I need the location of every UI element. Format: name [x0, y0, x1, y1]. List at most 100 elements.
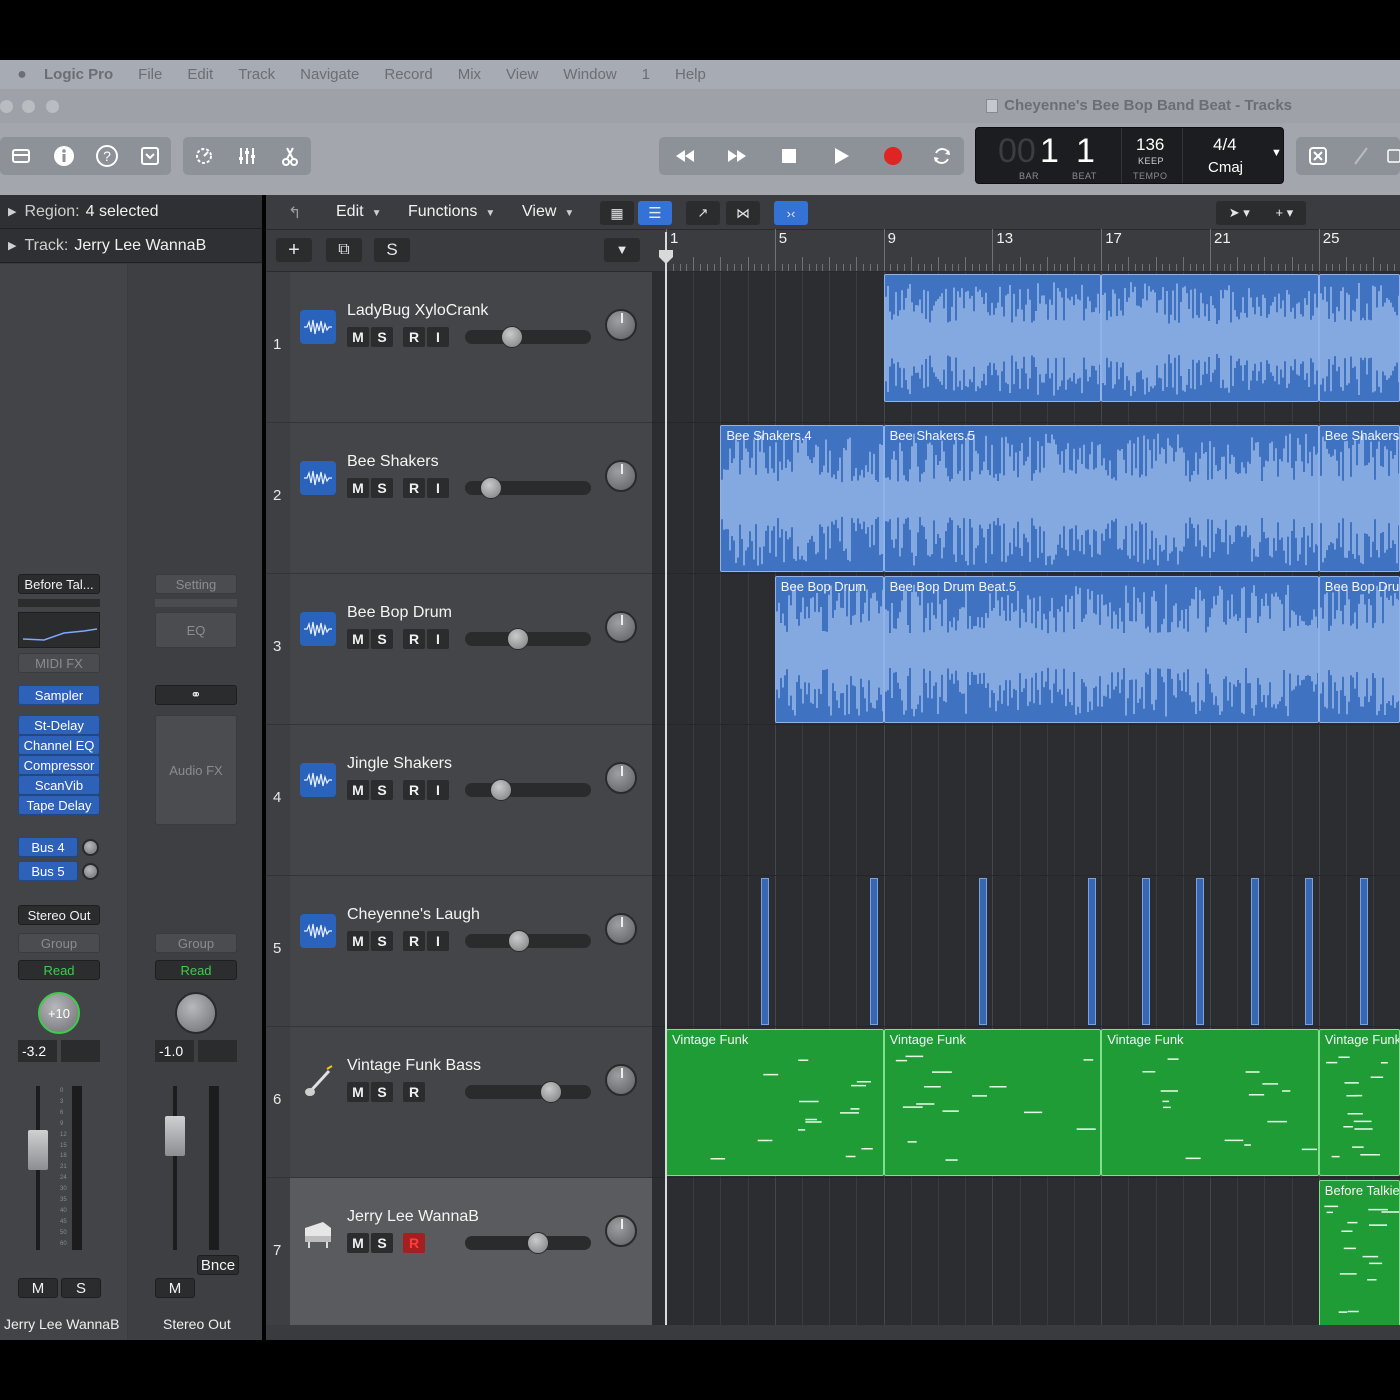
mute-button[interactable]: M: [347, 478, 369, 498]
record-enable-button[interactable]: R: [403, 1233, 425, 1253]
mute-button[interactable]: M: [155, 1278, 195, 1298]
mute-button[interactable]: M: [347, 931, 369, 951]
quick-help-button[interactable]: ?: [86, 137, 129, 175]
pointer-tool-icon[interactable]: ➤ ▾: [1229, 205, 1250, 221]
grid-view-button[interactable]: ▦: [600, 201, 634, 225]
volume-slider-thumb[interactable]: [480, 477, 502, 499]
menu-1[interactable]: 1: [642, 66, 650, 83]
menu-edit[interactable]: Edit: [187, 66, 213, 83]
add-track-button[interactable]: +: [276, 238, 312, 262]
pan-knob[interactable]: [605, 1215, 637, 1247]
volume-slider-thumb[interactable]: [527, 1232, 549, 1254]
record-button[interactable]: [867, 137, 919, 175]
track-name[interactable]: LadyBug XyloCrank: [347, 302, 488, 320]
tuner-button[interactable]: [1339, 137, 1382, 175]
audio-region-small[interactable]: [1196, 878, 1205, 1025]
track-name[interactable]: Jerry Lee WannaB: [347, 1208, 479, 1226]
audio-fx-slot-1[interactable]: St-Delay: [18, 715, 100, 735]
automation-button[interactable]: ↗: [686, 201, 720, 225]
replace-button[interactable]: [1296, 137, 1339, 175]
setting-button[interactable]: Before Tal...: [18, 574, 100, 594]
apple-icon[interactable]: ●: [0, 66, 44, 84]
group-slot[interactable]: Group: [155, 933, 237, 953]
audio-region[interactable]: Bee Bop Drum Beat.5: [883, 576, 1319, 723]
mixer-button[interactable]: [226, 137, 269, 175]
volume-slider-thumb[interactable]: [501, 326, 523, 348]
pan-knob[interactable]: [605, 762, 637, 794]
solo-button[interactable]: S: [371, 327, 393, 347]
send-level-knob-2[interactable]: [82, 863, 99, 880]
track-name[interactable]: Bee Shakers: [347, 453, 439, 471]
solo-button[interactable]: S: [61, 1278, 101, 1298]
audio-region[interactable]: Bee Bop Drur: [1318, 576, 1400, 723]
region-inspector-header[interactable]: ▶ Region: 4 selected: [0, 195, 262, 229]
track-header-row[interactable]: 3 Bee Bop Drum M S R I: [266, 574, 652, 725]
mute-button[interactable]: M: [347, 327, 369, 347]
editors-button[interactable]: [268, 137, 311, 175]
horizontal-scrollbar[interactable]: [266, 1325, 1400, 1340]
output-slot[interactable]: Stereo Out: [18, 905, 100, 925]
lcd-display[interactable]: 00 1 1 BAR BEAT 136 KEEP TEMPO 4/4 Cmaj …: [975, 127, 1284, 184]
global-solo-button[interactable]: S: [374, 238, 410, 262]
track-volume-slider[interactable]: [465, 930, 591, 952]
mute-button[interactable]: M: [347, 780, 369, 800]
input-monitor-button[interactable]: I: [427, 629, 449, 649]
track-header-row[interactable]: 7 Jerry Lee WannaB M S R: [266, 1178, 652, 1329]
stop-button[interactable]: [763, 137, 815, 175]
track-header-row[interactable]: 5 Cheyenne's Laugh M S R I: [266, 876, 652, 1027]
input-monitor-button[interactable]: I: [427, 780, 449, 800]
audio-region[interactable]: [883, 274, 1102, 402]
menu-record[interactable]: Record: [384, 66, 432, 83]
record-enable-button[interactable]: R: [403, 478, 425, 498]
rewind-button[interactable]: [659, 137, 711, 175]
record-enable-button[interactable]: R: [403, 327, 425, 347]
solo-button[interactable]: S: [371, 478, 393, 498]
volume-slider-thumb[interactable]: [507, 628, 529, 650]
pan-knob[interactable]: [605, 1064, 637, 1096]
menu-help[interactable]: Help: [675, 66, 706, 83]
fast-forward-button[interactable]: [711, 137, 763, 175]
menu-track[interactable]: Track: [238, 66, 275, 83]
duplicate-track-button[interactable]: ⧉: [326, 238, 362, 262]
menu-window[interactable]: Window: [563, 66, 616, 83]
send-slot-1[interactable]: Bus 4: [18, 837, 78, 857]
input-monitor-button[interactable]: I: [427, 478, 449, 498]
volume-value[interactable]: -3.2: [18, 1040, 57, 1062]
track-volume-slider[interactable]: [465, 628, 591, 650]
audio-region[interactable]: [1318, 274, 1400, 402]
tool-menus[interactable]: ➤ ▾ + ▾: [1216, 201, 1306, 225]
menu-app[interactable]: Logic Pro: [44, 66, 113, 83]
audio-region[interactable]: Bee Shakers.4: [720, 425, 884, 572]
flex-button[interactable]: ⋈: [726, 201, 760, 225]
audio-region-small[interactable]: [978, 878, 987, 1025]
midi-region[interactable]: Vintage Funk: [1101, 1029, 1319, 1176]
record-enable-button[interactable]: R: [403, 1082, 425, 1102]
midi-region[interactable]: Vintage Funk: [1318, 1029, 1400, 1176]
track-header-row[interactable]: 6 Vintage Funk Bass M S R: [266, 1027, 652, 1178]
mute-button[interactable]: M: [347, 629, 369, 649]
menu-mix[interactable]: Mix: [458, 66, 481, 83]
volume-slider-thumb[interactable]: [490, 779, 512, 801]
pan-knob[interactable]: [605, 309, 637, 341]
menu-view[interactable]: View: [506, 66, 538, 83]
group-slot[interactable]: Group: [18, 933, 100, 953]
inspector-button[interactable]: [43, 137, 86, 175]
audio-region[interactable]: Bee Shakers.: [1318, 425, 1400, 572]
menu-file[interactable]: File: [138, 66, 162, 83]
record-enable-button[interactable]: R: [403, 780, 425, 800]
record-enable-button[interactable]: R: [403, 629, 425, 649]
audio-region-small[interactable]: [1142, 878, 1150, 1025]
track-volume-slider[interactable]: [465, 779, 591, 801]
solo-button[interactable]: S: [371, 780, 393, 800]
audio-region[interactable]: [1101, 274, 1319, 402]
disclosure-triangle-icon[interactable]: ▶: [8, 205, 16, 218]
catch-playhead-button[interactable]: ›‹: [774, 201, 808, 225]
minimize-window-button[interactable]: [22, 100, 35, 113]
solo-button[interactable]: S: [371, 1082, 393, 1102]
solo-button[interactable]: S: [371, 629, 393, 649]
track-volume-slider[interactable]: [465, 477, 591, 499]
audio-fx-slot-3[interactable]: Compressor: [18, 755, 100, 775]
audio-region-small[interactable]: [1087, 878, 1096, 1025]
audio-region-small[interactable]: [1359, 878, 1368, 1025]
midi-region[interactable]: Vintage Funk: [883, 1029, 1102, 1176]
